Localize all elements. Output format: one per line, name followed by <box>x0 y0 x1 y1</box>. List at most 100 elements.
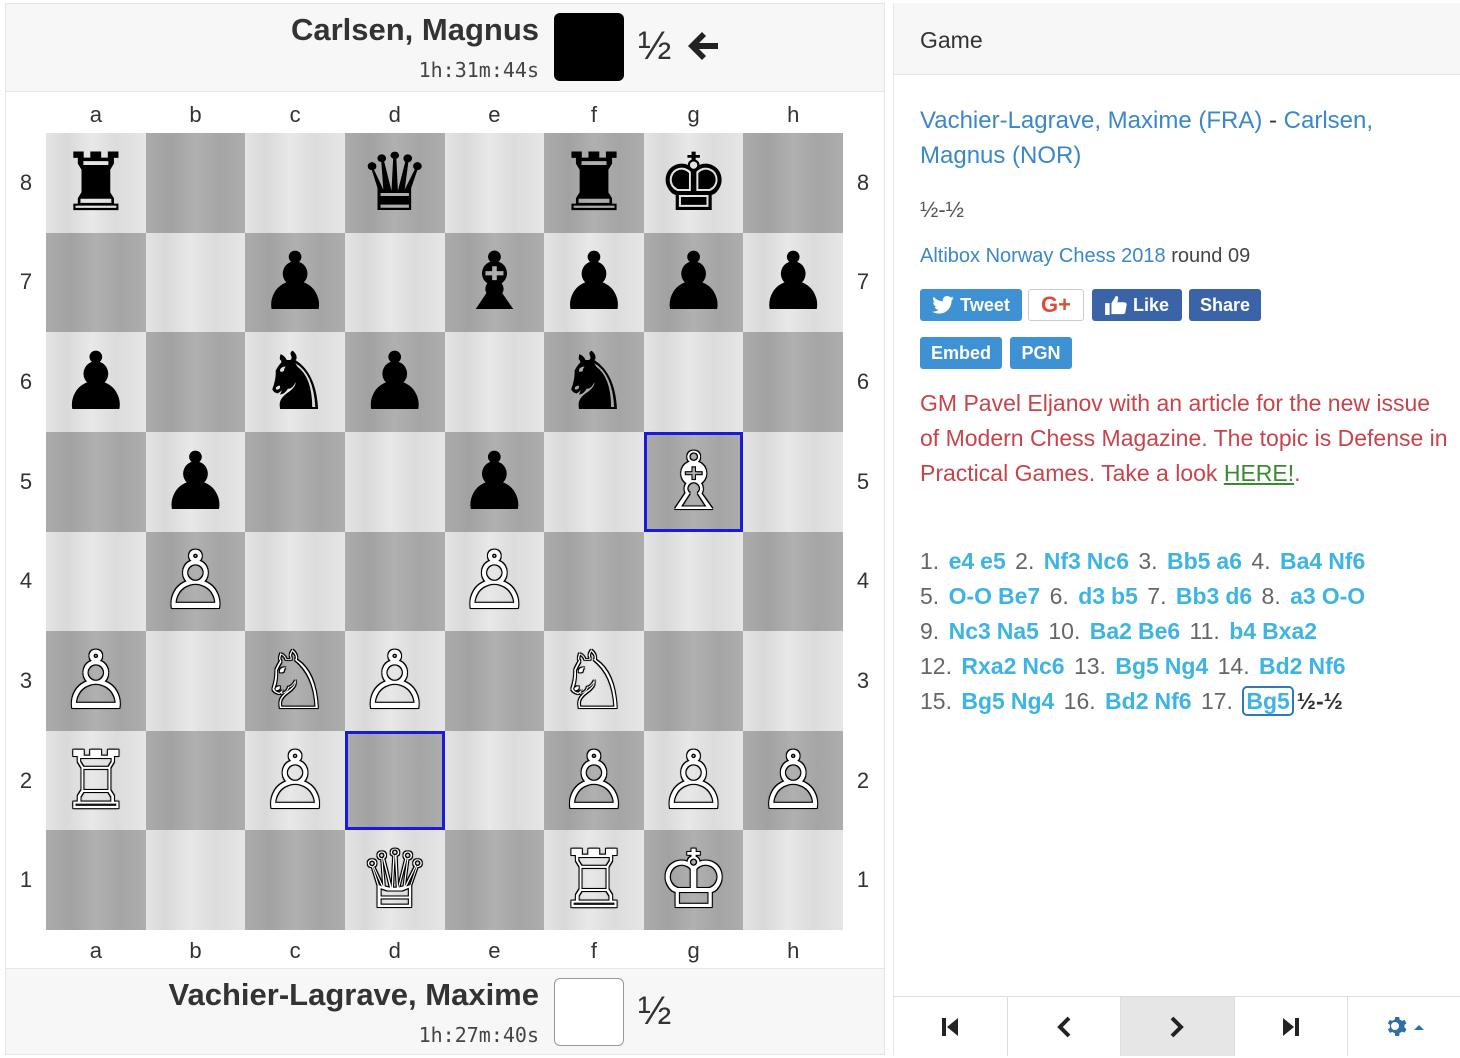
black-knight-icon[interactable]: ♞ <box>558 342 630 422</box>
square-a4[interactable] <box>46 531 146 632</box>
white-pawn-icon[interactable]: ♙ <box>458 541 530 621</box>
previous-move-button[interactable] <box>1007 997 1122 1056</box>
move[interactable]: b5 <box>1111 583 1138 609</box>
event-link[interactable]: Altibox Norway Chess 2018 <box>920 245 1166 267</box>
square-a2[interactable]: ♖ <box>46 730 146 831</box>
white-rook-icon[interactable]: ♖ <box>60 740 132 821</box>
square-g1[interactable]: ♔ <box>643 830 744 930</box>
black-pawn-icon[interactable]: ♟ <box>757 242 829 322</box>
move[interactable]: Ba2 <box>1090 618 1132 644</box>
move[interactable]: O-O <box>1322 583 1365 609</box>
move[interactable]: Ng4 <box>1165 653 1208 679</box>
square-a3[interactable]: ♙ <box>46 631 146 731</box>
chess-board[interactable]: ♜ ♛ ♜ ♚ ♟ ♝ ♟ ♟ ♟ ♟ ♞ ♟ ♞ ♟ ♟ ♗ ♙ ♙ ♙ ♘ ♙ ♘ ♖ ♙ ♙ ♙ ♙ ♕ ♖ ♔ <box>46 133 843 930</box>
move[interactable]: Bb3 <box>1176 583 1219 609</box>
white-pawn-icon[interactable]: ♙ <box>259 740 331 821</box>
square-b5[interactable]: ♟ <box>145 431 246 532</box>
move[interactable]: Nc6 <box>1022 653 1064 679</box>
move[interactable]: Nf6 <box>1308 653 1345 679</box>
square-c4[interactable] <box>245 531 345 632</box>
square-f4[interactable] <box>544 531 644 632</box>
square-b6[interactable] <box>145 332 246 432</box>
square-d7[interactable] <box>344 232 445 333</box>
square-g6[interactable] <box>643 332 744 432</box>
move[interactable]: Bxa2 <box>1262 618 1317 644</box>
square-g4[interactable] <box>643 531 744 632</box>
move[interactable]: O-O <box>949 583 992 609</box>
square-h2[interactable]: ♙ <box>743 730 843 831</box>
square-f6[interactable]: ♞ <box>544 332 644 432</box>
square-c2[interactable]: ♙ <box>245 730 345 831</box>
black-bishop-icon[interactable]: ♝ <box>458 242 530 322</box>
promo-link[interactable]: HERE! <box>1224 460 1294 486</box>
move[interactable]: Ba4 <box>1280 548 1322 574</box>
square-a1[interactable] <box>46 830 146 930</box>
square-c5[interactable] <box>245 431 345 532</box>
square-h4[interactable] <box>743 531 843 632</box>
black-pawn-icon[interactable]: ♟ <box>259 242 331 322</box>
square-a6[interactable]: ♟ <box>46 332 146 432</box>
move[interactable]: Nc3 <box>949 618 991 644</box>
square-g8[interactable]: ♚ <box>643 133 744 233</box>
move[interactable]: Bd2 <box>1105 688 1148 714</box>
settings-button[interactable] <box>1348 997 1460 1056</box>
square-a5[interactable] <box>46 431 146 532</box>
square-e2[interactable] <box>444 730 545 831</box>
black-rook-icon[interactable]: ♜ <box>60 142 132 223</box>
move[interactable]: Bd2 <box>1259 653 1302 679</box>
square-b1[interactable] <box>145 830 246 930</box>
move[interactable]: d3 <box>1078 583 1105 609</box>
share-button[interactable]: Share <box>1189 289 1261 321</box>
white-pawn-icon[interactable]: ♙ <box>757 740 829 821</box>
move[interactable]: Nf6 <box>1155 688 1192 714</box>
move[interactable]: e4 <box>949 548 975 574</box>
move[interactable]: e5 <box>980 548 1006 574</box>
square-d6[interactable]: ♟ <box>344 332 445 432</box>
first-move-button[interactable] <box>894 997 1008 1056</box>
black-pawn-icon[interactable]: ♟ <box>160 441 232 522</box>
move[interactable]: Nf3 <box>1044 548 1081 574</box>
square-c3[interactable]: ♘ <box>245 631 345 731</box>
square-e4[interactable]: ♙ <box>444 531 545 632</box>
square-d8[interactable]: ♛ <box>344 133 445 233</box>
square-b7[interactable] <box>145 232 246 333</box>
move[interactable]: Ng4 <box>1011 688 1054 714</box>
white-bishop-icon[interactable]: ♗ <box>658 441 730 522</box>
pgn-button[interactable]: PGN <box>1010 337 1072 369</box>
white-knight-icon[interactable]: ♘ <box>259 640 331 721</box>
square-d3[interactable]: ♙ <box>344 631 445 731</box>
square-h5[interactable] <box>743 431 843 532</box>
black-king-icon[interactable]: ♚ <box>658 142 730 223</box>
square-b2[interactable] <box>145 730 246 831</box>
current-move[interactable]: Bg5 <box>1242 686 1294 716</box>
move[interactable]: a6 <box>1216 548 1242 574</box>
move[interactable]: Na5 <box>997 618 1039 644</box>
square-e7[interactable]: ♝ <box>444 232 545 333</box>
square-d2[interactable] <box>344 730 445 831</box>
move[interactable]: Bb5 <box>1167 548 1210 574</box>
square-f5[interactable] <box>544 431 644 532</box>
tweet-button[interactable]: Tweet <box>920 289 1022 321</box>
move[interactable]: d6 <box>1225 583 1252 609</box>
square-a8[interactable]: ♜ <box>46 133 146 233</box>
move[interactable]: Rxa2 <box>961 653 1016 679</box>
black-pawn-icon[interactable]: ♟ <box>359 342 431 422</box>
square-e3[interactable] <box>444 631 545 731</box>
last-move-button[interactable] <box>1234 997 1349 1056</box>
square-c7[interactable]: ♟ <box>245 232 345 333</box>
square-c6[interactable]: ♞ <box>245 332 345 432</box>
embed-button[interactable]: Embed <box>920 337 1002 369</box>
move[interactable]: Bg5 <box>961 688 1004 714</box>
square-e6[interactable] <box>444 332 545 432</box>
white-pawn-icon[interactable]: ♙ <box>60 640 132 721</box>
black-pawn-icon[interactable]: ♟ <box>60 342 132 422</box>
square-e1[interactable] <box>444 830 545 930</box>
square-d5[interactable] <box>344 431 445 532</box>
square-f2[interactable]: ♙ <box>544 730 644 831</box>
move[interactable]: Be6 <box>1138 618 1180 644</box>
black-pawn-icon[interactable]: ♟ <box>558 242 630 322</box>
square-f8[interactable]: ♜ <box>544 133 644 233</box>
black-rook-icon[interactable]: ♜ <box>558 142 630 223</box>
square-h3[interactable] <box>743 631 843 731</box>
square-g5[interactable]: ♗ <box>643 431 744 532</box>
